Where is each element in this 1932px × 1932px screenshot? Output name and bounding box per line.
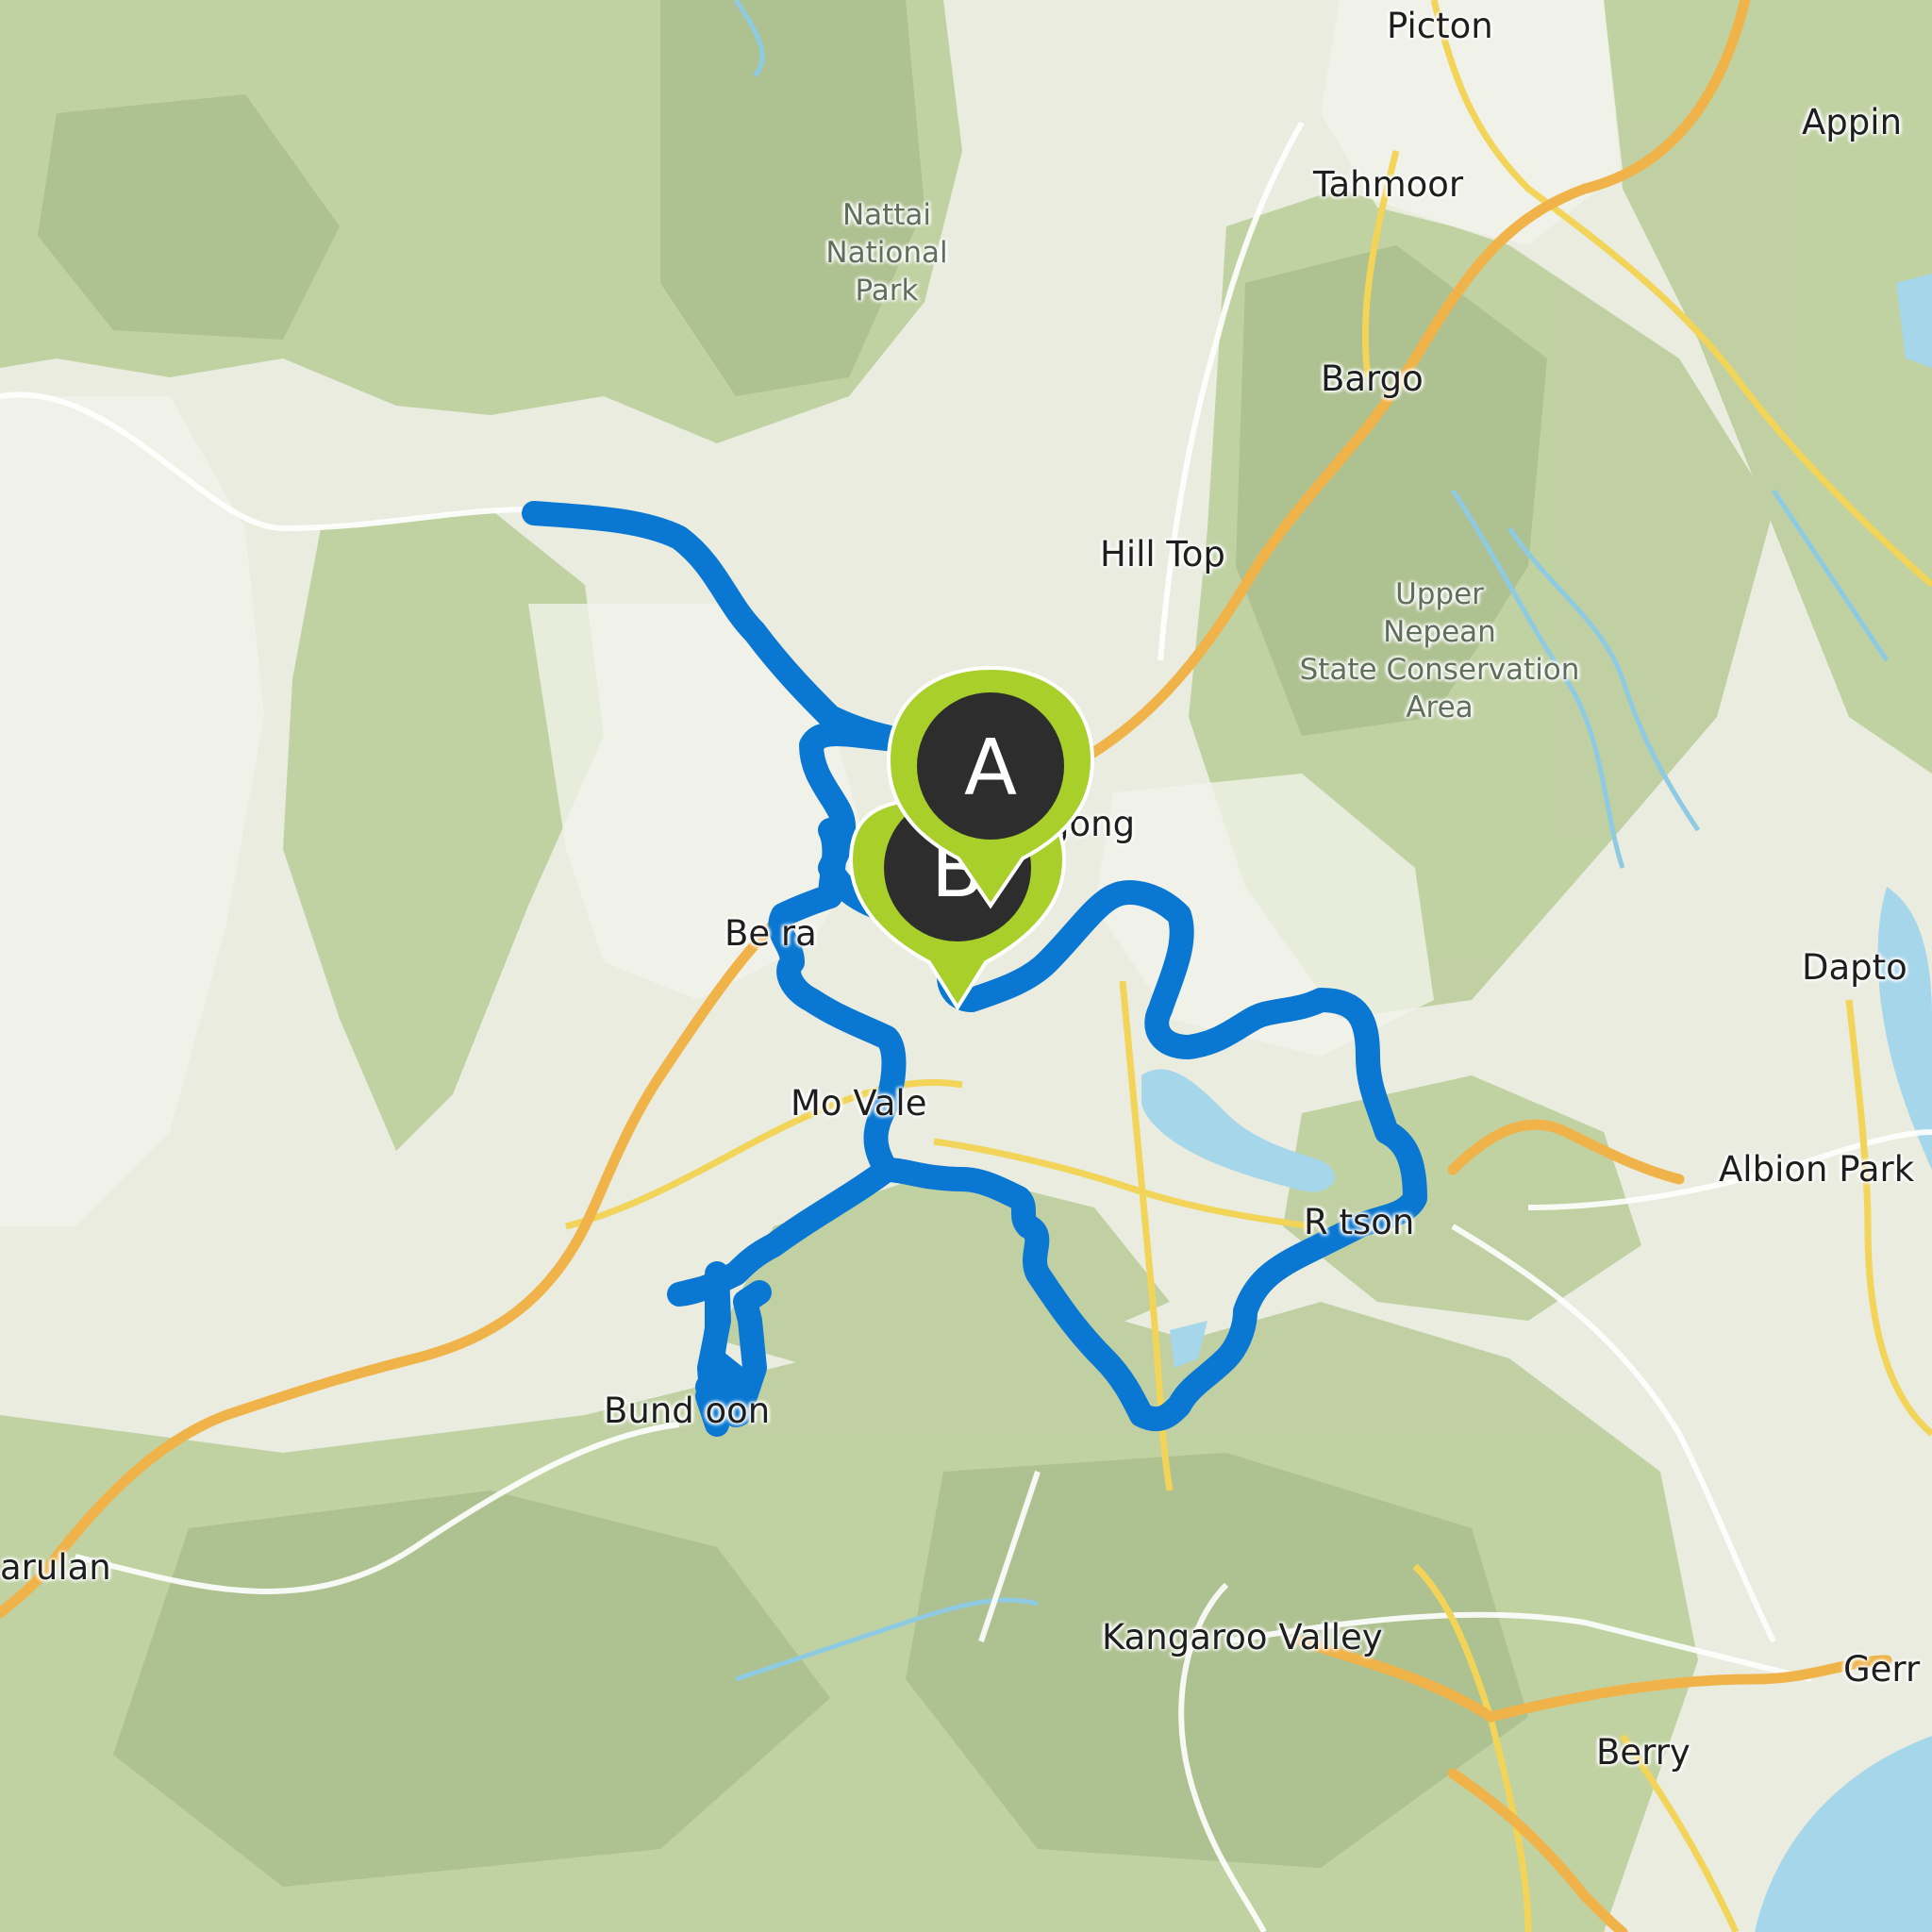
park-label-upper-nepean-line-3: State Conservation [1299, 653, 1580, 687]
place-label-gerringong: Gerr [1843, 1649, 1921, 1690]
place-label-kangaroo-valley: Kangaroo Valley [1102, 1617, 1383, 1657]
place-label-albion-park: Albion Park [1719, 1149, 1915, 1190]
place-label-dapto: Dapto [1802, 947, 1907, 988]
park-label-upper-nepean-line-4: Area [1406, 691, 1474, 724]
park-label-nattai-line-3: Park [855, 274, 919, 308]
start-marker-label: A [964, 724, 1017, 813]
place-label-picton: Picton [1387, 6, 1493, 46]
park-label-upper-nepean-line-1: Upper [1395, 577, 1484, 611]
place-label-berry: Berry [1596, 1732, 1690, 1773]
park-label-nattai-line-1: Nattai [841, 198, 932, 232]
place-label-bundanoon: Bund oon [604, 1391, 771, 1431]
park-label-upper-nepean: Upper Nepean State Conservation Area [1281, 575, 1598, 726]
place-label-tahmoor: Tahmoor [1313, 164, 1464, 205]
place-label-robertson: R tson [1304, 1202, 1415, 1242]
place-label-appin: Appin [1802, 102, 1903, 142]
map-view[interactable]: Picton Appin Tahmoor Bargo Hill Top gong… [0, 0, 1932, 1932]
park-label-upper-nepean-line-2: Nepean [1383, 615, 1496, 649]
place-label-hill-top: Hill Top [1100, 534, 1225, 575]
place-label-bowral: Be ra [724, 913, 817, 954]
place-label-bargo: Bargo [1321, 358, 1424, 399]
park-label-nattai: Nattai National Park [811, 196, 962, 309]
place-label-marulan: arulan [0, 1547, 111, 1588]
park-label-nattai-line-2: National [825, 236, 948, 270]
place-label-moss-vale: Mo Vale [791, 1083, 927, 1124]
